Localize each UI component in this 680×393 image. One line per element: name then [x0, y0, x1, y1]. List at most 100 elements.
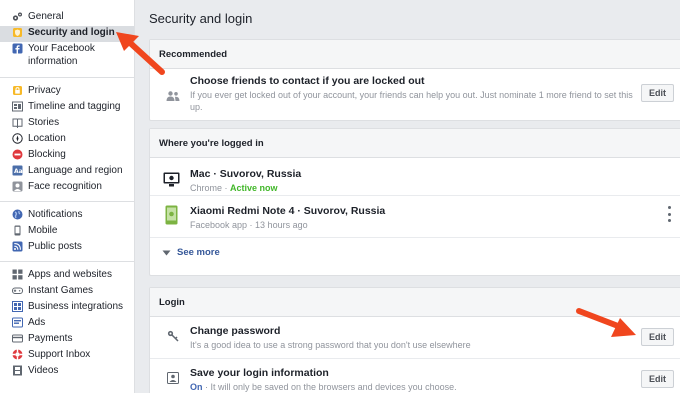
session-row[interactable]: Xiaomi Redmi Note 4 · Suvorov, Russia Fa…	[150, 196, 680, 238]
session-device: Mac · Suvorov, Russia	[190, 168, 302, 180]
session-options-icon[interactable]	[666, 206, 672, 222]
row-description: If you ever get locked out of your accou…	[190, 90, 633, 112]
sidebar-item-label: Your Facebook information	[28, 43, 95, 67]
shield-icon	[12, 27, 23, 38]
session-meta: Chrome · Active now	[190, 183, 278, 193]
sidebar-item-payments[interactable]: Payments	[0, 332, 134, 348]
sidebar-item-notifications[interactable]: Notifications	[0, 208, 134, 224]
face-icon	[12, 181, 23, 192]
android-phone-icon	[163, 205, 179, 225]
main-content: Security and login Recommended Choose fr…	[136, 0, 680, 393]
facebook-icon	[12, 43, 23, 54]
sidebar-item-label: Instant Games	[28, 285, 94, 296]
sidebar-item-label: Business integrations	[28, 301, 124, 312]
rss-icon	[12, 241, 23, 252]
save-login-status: On	[190, 382, 203, 392]
sidebar-item-public-posts[interactable]: Public posts	[0, 240, 134, 256]
session-device: Xiaomi Redmi Note 4 · Suvorov, Russia	[190, 205, 386, 217]
people-icon	[165, 88, 181, 104]
session-app: Facebook app	[190, 220, 248, 230]
sidebar-group-notifications: Notifications Mobile Public posts	[0, 202, 134, 262]
session-status: 13 hours ago	[255, 220, 308, 230]
sidebar-item-label: Language and region	[28, 165, 123, 176]
logged-in-card: Where you're logged in Mac · Suvorov, Ru…	[149, 128, 680, 276]
save-login-description: · It will only be saved on the browsers …	[202, 382, 457, 392]
sidebar-item-language-and-region[interactable]: Aa Language and region	[0, 164, 134, 180]
user-card-icon	[165, 370, 181, 386]
book-icon	[12, 117, 23, 128]
trusted-contacts-row[interactable]: Choose friends to contact if you are loc…	[150, 69, 680, 121]
sidebar-item-mobile[interactable]: Mobile	[0, 224, 134, 240]
ads-icon	[12, 317, 23, 328]
gears-icon	[12, 11, 23, 22]
apps-icon	[12, 269, 23, 280]
row-title: Save your login information	[190, 367, 329, 379]
sidebar-item-label: Privacy	[28, 85, 61, 96]
session-app: Chrome	[190, 183, 223, 193]
globe-icon	[12, 209, 23, 220]
sidebar-item-ads[interactable]: Ads	[0, 316, 134, 332]
login-card: Login Change password It's a good idea t…	[149, 287, 680, 393]
film-icon	[12, 365, 23, 376]
see-more-row: See more	[150, 238, 680, 274]
change-password-row[interactable]: Change password It's a good idea to use …	[150, 317, 680, 359]
sidebar-item-timeline-and-tagging[interactable]: Timeline and tagging	[0, 100, 134, 116]
sidebar-item-label: Location	[28, 133, 66, 144]
session-row[interactable]: Mac · Suvorov, Russia Chrome · Active no…	[150, 158, 680, 196]
mobile-icon	[12, 225, 23, 236]
sidebar-group-account: General Security and login Your Facebook…	[0, 0, 134, 78]
svg-text:Aa: Aa	[14, 168, 23, 175]
gamepad-icon	[12, 285, 23, 296]
sidebar-item-label: Face recognition	[28, 181, 102, 192]
sidebar-item-support-inbox[interactable]: Support Inbox	[0, 348, 134, 364]
sidebar-group-privacy: Privacy Timeline and tagging Stories Loc…	[0, 78, 134, 202]
settings-sidebar: General Security and login Your Facebook…	[0, 0, 135, 393]
support-icon	[12, 349, 23, 360]
block-icon	[12, 149, 23, 160]
sidebar-item-label: Timeline and tagging	[28, 101, 121, 112]
change-password-edit-button[interactable]: Edit	[641, 328, 674, 346]
sidebar-item-instant-games[interactable]: Instant Games	[0, 284, 134, 300]
sidebar-item-videos[interactable]: Videos	[0, 364, 134, 380]
row-title: Choose friends to contact if you are loc…	[190, 75, 425, 87]
sidebar-item-label: General	[28, 11, 64, 22]
sidebar-item-face-recognition[interactable]: Face recognition	[0, 180, 134, 196]
key-icon	[165, 328, 181, 344]
sidebar-item-security-and-login[interactable]: Security and login	[0, 26, 134, 42]
briefcase-icon	[12, 301, 23, 312]
card-header: Where you're logged in	[150, 129, 680, 158]
save-login-edit-button[interactable]: Edit	[641, 370, 674, 388]
page-title: Security and login	[149, 11, 253, 26]
sidebar-item-business-integrations[interactable]: Business integrations	[0, 300, 134, 316]
card-header: Recommended	[150, 40, 680, 69]
row-description: On · It will only be saved on the browse…	[190, 381, 457, 393]
sidebar-item-label: Security and login	[28, 27, 115, 38]
sidebar-item-label: Payments	[28, 333, 73, 344]
sidebar-group-apps: Apps and websites Instant Games Business…	[0, 262, 134, 385]
save-login-row[interactable]: Save your login information On · It will…	[150, 359, 680, 393]
timeline-icon	[12, 101, 23, 112]
language-icon: Aa	[12, 165, 23, 176]
sidebar-item-label: Blocking	[28, 149, 66, 160]
sidebar-item-location[interactable]: Location	[0, 132, 134, 148]
desktop-icon	[162, 171, 180, 187]
sidebar-item-privacy[interactable]: Privacy	[0, 84, 134, 100]
row-description: It's a good idea to use a strong passwor…	[190, 340, 471, 350]
trusted-contacts-edit-button[interactable]: Edit	[641, 84, 674, 102]
session-meta: Facebook app · 13 hours ago	[190, 220, 308, 230]
sidebar-item-label: Apps and websites	[28, 269, 112, 280]
see-more-label: See more	[177, 247, 220, 258]
sidebar-item-apps-and-websites[interactable]: Apps and websites	[0, 268, 134, 284]
sidebar-item-label: Ads	[28, 317, 46, 328]
sidebar-item-label: Stories	[28, 117, 60, 128]
row-title: Change password	[190, 325, 281, 337]
recommended-card: Recommended Choose friends to contact if…	[149, 39, 680, 121]
sidebar-item-blocking[interactable]: Blocking	[0, 148, 134, 164]
compass-icon	[12, 133, 23, 144]
sidebar-item-your-facebook-information[interactable]: Your Facebook information	[0, 42, 134, 72]
sidebar-item-general[interactable]: General	[0, 10, 134, 26]
see-more-link[interactable]: See more	[162, 247, 220, 258]
sidebar-item-label: Public posts	[28, 241, 82, 252]
sidebar-item-stories[interactable]: Stories	[0, 116, 134, 132]
card-icon	[12, 333, 23, 344]
